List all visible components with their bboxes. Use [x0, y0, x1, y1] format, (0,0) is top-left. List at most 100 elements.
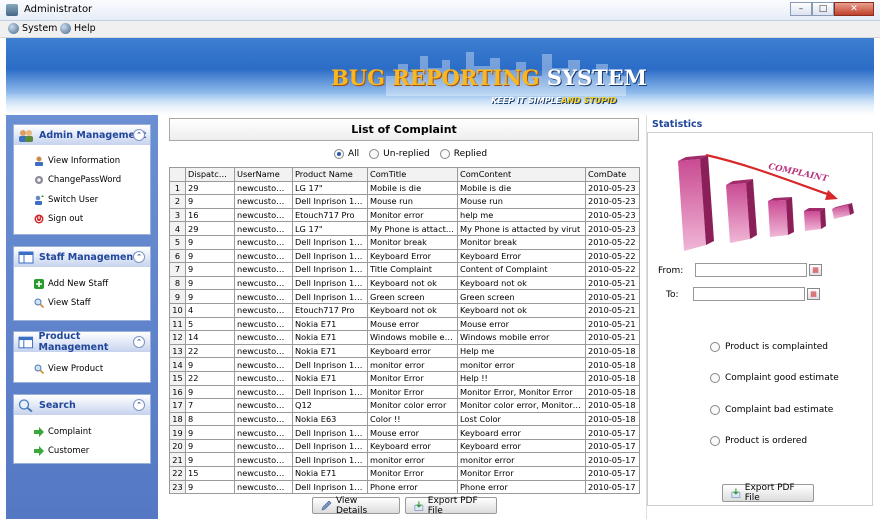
table-row[interactable]: 11 5 newcustomer Nokia E71 Mouse error Mouse … [169, 316, 640, 332]
column-header[interactable]: Product Name [292, 167, 368, 182]
sidebar-item-view-information[interactable]: View Information [14, 151, 150, 171]
table-cell: Phone error [457, 479, 586, 495]
option-product-complainted[interactable]: Product is complainted [710, 342, 828, 352]
product-management-header[interactable]: Product Management ⌃ [14, 331, 150, 353]
table-row[interactable]: 16 9 newcustomer Dell Inprison 1545 Monitor … [169, 384, 640, 400]
column-header[interactable]: DispatchNo [185, 167, 235, 182]
to-date-input[interactable] [693, 287, 805, 301]
collapse-chevron-icon[interactable]: ⌃ [133, 251, 145, 263]
table-cell: newcustomer [234, 316, 293, 332]
sidebar-item-add-new-staff[interactable]: Add New Staff [14, 274, 150, 294]
table-row[interactable]: 18 8 newcustomer Nokia E63 Color !! Lost Colo… [169, 411, 640, 427]
column-header[interactable]: ComDate [585, 167, 640, 182]
table-row[interactable]: 14 9 newcustomer Dell Inprison 1545 monitor … [169, 357, 640, 372]
table-cell: newcustomer [234, 180, 293, 196]
table-row[interactable]: 2 9 newcustomer Dell Inprison 1545 Mouse run… [169, 194, 640, 209]
option-complaint-good-estimate[interactable]: Complaint good estimate [710, 373, 839, 383]
search-header[interactable]: Search ⌃ [14, 395, 150, 415]
radio-indicator[interactable] [710, 436, 720, 446]
complaint-filter-group: All Un-replied Replied [334, 149, 487, 159]
table-row[interactable]: 9 9 newcustomer Dell Inprison 1545 Green scr… [169, 289, 640, 304]
staff-management-header[interactable]: Staff Management ⌃ [14, 247, 150, 267]
radio-indicator[interactable] [439, 149, 450, 159]
radio-indicator[interactable] [710, 342, 720, 352]
filter-all-radio[interactable]: All [334, 149, 359, 159]
maximize-button[interactable]: □ [812, 2, 834, 16]
chart-bar [678, 155, 714, 251]
table-row[interactable]: 8 9 newcustomer Dell Inprison 1545 Keyboard … [169, 275, 640, 291]
banner-slogan-part2: AND STUPID [561, 96, 617, 105]
sidebar-item-change-password[interactable]: ChangePassWord [14, 171, 150, 191]
table-row[interactable]: 4 29 newcustomer LG 17" My Phone is attacted… [169, 221, 640, 236]
table-cell: newcustomer [234, 398, 293, 413]
radio-indicator[interactable] [710, 405, 720, 415]
column-header[interactable]: ComContent [457, 167, 586, 182]
table-row[interactable]: 6 9 newcustomer Dell Inprison 1545 Keyboard … [169, 248, 640, 264]
complaint-chart-graphic: COMPLAINT [678, 153, 854, 251]
filter-unreplied-radio[interactable]: Un-replied [369, 149, 430, 159]
export-pdf-button[interactable]: Export PDF File [405, 496, 497, 516]
table-row[interactable]: 21 9 newcustomer Dell Inprison 1545 monitor … [169, 452, 640, 468]
to-label: To: [666, 290, 679, 300]
minimize-button[interactable]: – [790, 2, 812, 16]
option-complaint-bad-estimate[interactable]: Complaint bad estimate [710, 405, 833, 415]
column-header[interactable]: UserName [234, 167, 293, 182]
table-row[interactable]: 13 22 newcustomer Nokia E71 Keyboard error He… [169, 343, 640, 359]
statistics-title: Statistics [652, 119, 703, 130]
collapse-chevron-icon[interactable]: ⌃ [133, 336, 145, 348]
table-row[interactable]: 22 15 newcustomer Nokia E71 Monitor Error Mon… [169, 466, 640, 481]
table-cell: 2010-05-21 [585, 302, 640, 318]
table-row[interactable]: 15 22 newcustomer Nokia E71 Monitor Error Hel… [169, 370, 640, 386]
sidebar-item-label: View Staff [48, 298, 91, 309]
table-cell: Lost Color [457, 411, 586, 427]
radio-indicator[interactable] [334, 149, 344, 159]
column-header[interactable]: ComTitle [367, 167, 458, 182]
table-row[interactable]: 17 7 newcustomer Q12 Monitor color error Moni… [169, 398, 640, 413]
table-row[interactable]: 12 14 newcustomer Nokia E71 Windows mobile e… [169, 330, 640, 345]
sidebar-item-customer[interactable]: Customer [14, 442, 150, 462]
close-button[interactable]: ✕ [834, 2, 874, 16]
banner-title-part1: BUG REPORTING [331, 65, 540, 90]
collapse-chevron-icon[interactable]: ⌃ [133, 399, 145, 411]
table-cell: 2010-05-22 [585, 248, 640, 264]
option-product-ordered[interactable]: Product is ordered [710, 436, 807, 446]
option-label: Product is ordered [725, 436, 808, 446]
table-cell: 22 [185, 343, 235, 359]
from-date-input[interactable] [695, 263, 807, 277]
sidebar-item-switch-user[interactable]: Switch User [14, 190, 150, 210]
sidebar-item-sign-out[interactable]: Sign out [14, 210, 150, 230]
table-cell: Mouse run [367, 194, 458, 209]
table-row[interactable]: 5 9 newcustomer Dell Inprison 1545 Monitor b… [169, 234, 640, 250]
table-row[interactable]: 7 9 newcustomer Dell Inprison 1545 Title Com… [169, 262, 640, 277]
calendar-icon[interactable]: ▦ [809, 264, 822, 276]
magnifier-icon [34, 364, 44, 374]
table-row[interactable]: 20 9 newcustomer Dell Inprison 1545 Keyboard… [169, 438, 640, 454]
filter-replied-radio[interactable]: Replied [439, 149, 487, 159]
table-cell: 16 [185, 207, 235, 223]
radio-indicator[interactable] [369, 149, 380, 159]
view-details-button[interactable]: View Details [312, 496, 400, 516]
table-row[interactable]: 1 29 newcustomer LG 17" Mobile is die Mobile … [169, 180, 640, 196]
table-cell: monitor error [367, 452, 458, 468]
menu-system[interactable]: System [8, 23, 57, 34]
sidebar-item-view-product[interactable]: View Product [14, 359, 150, 379]
calendar-icon[interactable]: ▦ [807, 288, 820, 300]
radio-indicator[interactable] [710, 373, 720, 383]
table-cell: 9 [185, 452, 235, 468]
filter-all-label: All [348, 149, 360, 159]
chart-label: COMPLAINT [767, 162, 829, 185]
table-row[interactable]: 19 9 newcustomer Dell Inprison 1545 Mouse er… [169, 425, 640, 440]
table-row[interactable]: 10 4 newcustomer Etouch717 Pro Keyboard not … [169, 302, 640, 318]
sidebar-item-view-staff[interactable]: View Staff [14, 294, 150, 314]
admin-management-header[interactable]: Admin Management ⌃ [14, 125, 150, 145]
complaint-table[interactable]: DispatchNo UserName Product Name ComTitl… [169, 167, 640, 495]
table-row[interactable]: 23 9 newcustomer Dell Inprison 1545 Phone er… [169, 479, 640, 495]
menu-help[interactable]: Help [60, 23, 96, 34]
table-row[interactable]: 3 16 newcustomer Etouch717 Pro Monitor error… [169, 207, 640, 223]
statistics-export-pdf-button[interactable]: Export PDF File [722, 483, 814, 503]
sidebar-item-complaint[interactable]: Complaint [14, 422, 150, 442]
table-cell: Dell Inprison 1545 [292, 479, 368, 495]
table-cell: 5 [185, 316, 235, 332]
collapse-chevron-icon[interactable]: ⌃ [133, 129, 145, 141]
table-cell: LG 17" [292, 180, 368, 196]
